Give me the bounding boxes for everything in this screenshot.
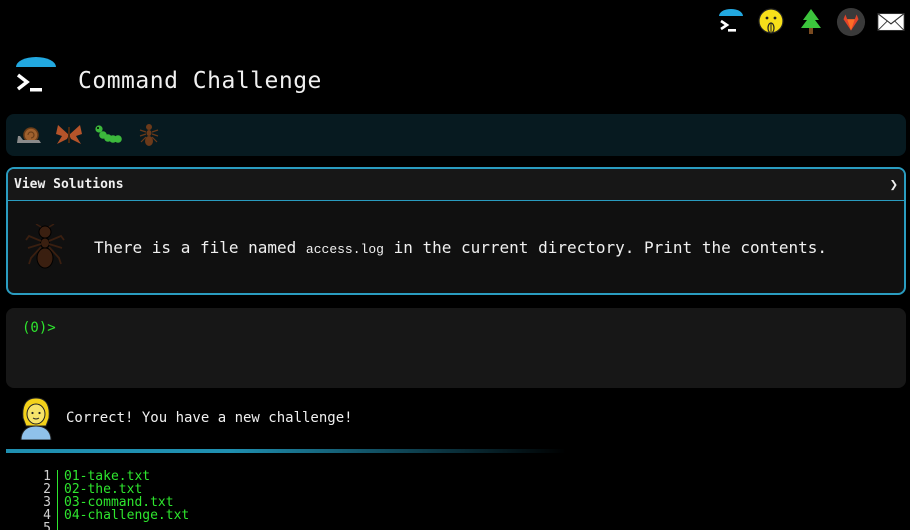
challenge-text-before: There is a file named — [94, 237, 306, 257]
level-bar — [6, 114, 906, 156]
gitlab-icon[interactable] — [836, 7, 866, 37]
challenge-filename: access.log — [305, 241, 384, 257]
view-solutions-toggle[interactable]: View Solutions ❯ — [8, 169, 904, 201]
page-header: Command Challenge — [14, 50, 322, 112]
feedback-text: Correct! You have a new challenge! — [66, 410, 353, 426]
envelope-icon[interactable] — [876, 7, 906, 37]
butterfly-icon[interactable] — [54, 120, 84, 150]
feedback-message: Correct! You have a new challenge! — [18, 396, 353, 441]
terminal-input-area[interactable]: (0)> — [6, 308, 906, 388]
shushing-face-icon[interactable] — [756, 7, 786, 37]
logo-icon[interactable] — [14, 57, 58, 105]
terminal-prompt: (0)> — [22, 320, 56, 336]
ant-icon — [24, 223, 66, 270]
woman-avatar-icon — [18, 396, 54, 441]
output-line: 4 04-challenge.txt — [30, 509, 189, 522]
page-title: Command Challenge — [78, 68, 322, 94]
challenge-description: There is a file named access.log in the … — [94, 238, 827, 257]
christmas-tree-icon[interactable] — [796, 7, 826, 37]
top-nav — [716, 4, 906, 40]
challenge-text-after: in the current directory. Print the cont… — [383, 237, 828, 257]
line-text: 04-challenge.txt — [64, 508, 190, 523]
view-solutions-label: View Solutions — [14, 177, 124, 192]
output-listing: 1 01-take.txt 2 02-the.txt 3 03-command.txt… — [30, 470, 189, 530]
ant-icon[interactable] — [134, 120, 164, 150]
challenge-panel: View Solutions ❯ There is a file named a… — [6, 167, 906, 295]
divider — [6, 449, 566, 453]
output-line: 5 — [30, 522, 189, 530]
caterpillar-icon[interactable] — [94, 120, 124, 150]
line-number: 5 — [43, 521, 51, 530]
chevron-right-icon: ❯ — [889, 176, 898, 193]
terminal-icon[interactable] — [716, 7, 746, 37]
snail-icon[interactable] — [14, 120, 44, 150]
